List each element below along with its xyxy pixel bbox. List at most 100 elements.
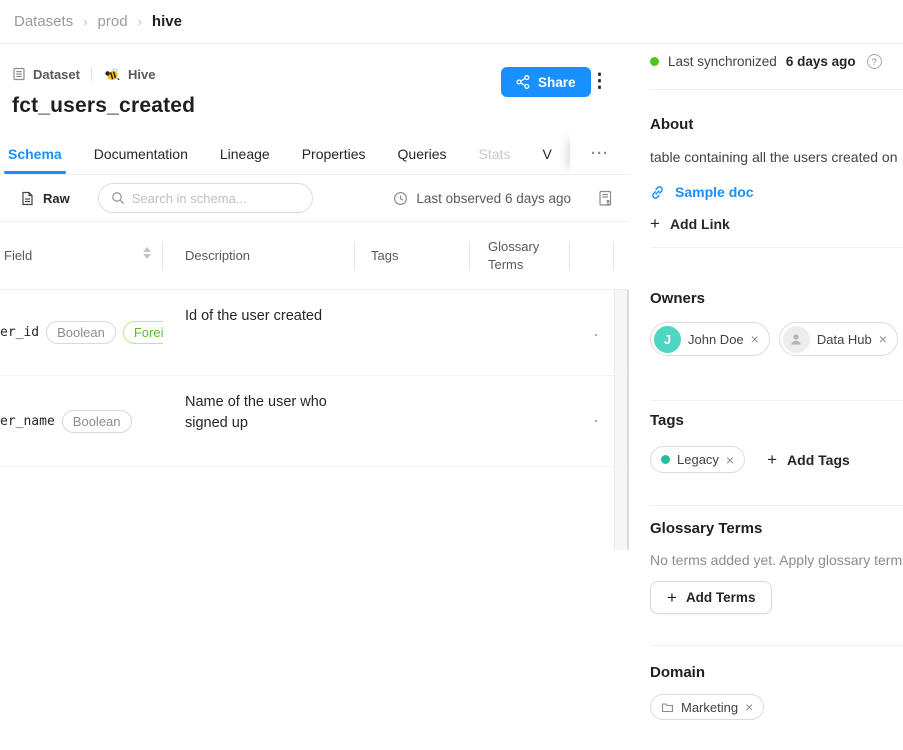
schema-blame-icon[interactable] bbox=[597, 190, 614, 207]
owner-name: Data Hub bbox=[817, 332, 872, 347]
plus-icon: + bbox=[767, 453, 777, 467]
subtype-divider bbox=[91, 67, 92, 81]
column-header-field: Field bbox=[0, 222, 163, 289]
table-scrollbar[interactable] bbox=[614, 290, 629, 550]
share-button[interactable]: Share bbox=[501, 67, 591, 97]
row-overflow-dot bbox=[595, 420, 597, 422]
column-header-description: Description bbox=[163, 222, 355, 289]
domain-pill-marketing[interactable]: Marketing × bbox=[650, 694, 764, 720]
domain-list: Marketing × bbox=[650, 694, 764, 720]
breadcrumb-item-datasets[interactable]: Datasets bbox=[14, 13, 73, 30]
extra-cell bbox=[570, 290, 614, 375]
platform-label: Hive bbox=[128, 67, 155, 82]
add-tags-button[interactable]: + Add Tags bbox=[767, 452, 850, 468]
description-cell: Id of the user created bbox=[163, 290, 355, 375]
about-description: table containing all the users created o… bbox=[650, 149, 898, 165]
remove-owner-icon[interactable]: × bbox=[751, 332, 759, 346]
section-divider bbox=[650, 645, 903, 646]
last-observed-label: Last observed 6 days ago bbox=[416, 191, 571, 206]
glossary-section-title: Glossary Terms bbox=[650, 520, 762, 537]
tag-pill-legacy[interactable]: Legacy × bbox=[650, 446, 745, 473]
share-label: Share bbox=[538, 75, 576, 90]
remove-owner-icon[interactable]: × bbox=[879, 332, 887, 346]
last-observed-status: Last observed 6 days ago bbox=[393, 191, 571, 206]
folder-icon bbox=[661, 701, 674, 713]
description-cell: Name of the user who signed up bbox=[163, 376, 355, 466]
breadcrumb-item-prod[interactable]: prod bbox=[98, 13, 128, 30]
search-input[interactable] bbox=[132, 191, 300, 206]
tags-list: Legacy × + Add Tags bbox=[650, 446, 850, 473]
toolbar-right-group: Last observed 6 days ago bbox=[393, 190, 614, 207]
tabs-overflow-button[interactable]: ··· bbox=[570, 133, 630, 174]
sync-value: 6 days ago bbox=[786, 54, 856, 69]
tab-validation-clipped[interactable]: V bbox=[542, 133, 551, 174]
tab-properties[interactable]: Properties bbox=[302, 133, 366, 174]
clock-icon bbox=[393, 191, 408, 206]
section-divider bbox=[650, 89, 903, 90]
field-name: er_name bbox=[0, 414, 55, 429]
breadcrumb-separator: › bbox=[83, 14, 87, 29]
column-header-glossary-terms: Glossary Terms bbox=[470, 222, 570, 289]
breadcrumb: Datasets › prod › hive bbox=[0, 0, 903, 44]
sample-doc-link[interactable]: Sample doc bbox=[650, 184, 754, 200]
foreign-key-badge: Foreign Key bbox=[123, 321, 163, 344]
owners-list: J John Doe × Data Hub × + Add Owners bbox=[650, 322, 903, 356]
owners-section-title: Owners bbox=[650, 290, 705, 307]
tab-documentation[interactable]: Documentation bbox=[94, 133, 188, 174]
add-link-button[interactable]: + Add Link bbox=[650, 216, 730, 232]
type-badge: Boolean bbox=[62, 410, 132, 433]
sort-icon[interactable] bbox=[143, 247, 151, 259]
sync-status-dot bbox=[650, 57, 659, 66]
hive-platform-icon bbox=[103, 66, 121, 82]
tab-queries[interactable]: Queries bbox=[398, 133, 447, 174]
raw-toggle-button[interactable]: Raw bbox=[20, 191, 70, 206]
link-icon bbox=[650, 185, 665, 200]
glossary-cell bbox=[470, 290, 570, 375]
raw-label: Raw bbox=[43, 191, 70, 206]
tab-bar: Schema Documentation Lineage Properties … bbox=[0, 133, 630, 175]
row-overflow-dot bbox=[595, 334, 597, 336]
owner-pill-john-doe[interactable]: J John Doe × bbox=[650, 322, 770, 356]
column-header-tags: Tags bbox=[355, 222, 470, 289]
search-icon bbox=[111, 191, 125, 205]
sync-label: Last synchronized bbox=[668, 54, 777, 69]
section-divider bbox=[650, 505, 903, 506]
tab-stats: Stats bbox=[479, 133, 511, 174]
breadcrumb-item-hive[interactable]: hive bbox=[152, 13, 182, 30]
entity-sidebar: Last synchronized 6 days ago ? About tab… bbox=[650, 44, 903, 750]
tab-lineage[interactable]: Lineage bbox=[220, 133, 270, 174]
tag-color-dot bbox=[661, 455, 670, 464]
plus-icon: + bbox=[667, 591, 677, 605]
plus-icon: + bbox=[650, 217, 660, 231]
help-icon[interactable]: ? bbox=[867, 54, 882, 69]
avatar bbox=[783, 326, 810, 353]
tags-cell bbox=[355, 376, 470, 466]
schema-search[interactable] bbox=[98, 183, 313, 213]
schema-table-header: Field Description Tags Glossary Terms bbox=[0, 222, 630, 290]
extra-cell bbox=[570, 376, 614, 466]
sync-status: Last synchronized 6 days ago ? bbox=[650, 54, 882, 69]
add-terms-button[interactable]: + Add Terms bbox=[650, 581, 772, 614]
page-title: fct_users_created bbox=[12, 94, 195, 118]
entity-subtype-row: Dataset Hive bbox=[12, 66, 155, 82]
entity-type-label: Dataset bbox=[33, 67, 80, 82]
breadcrumb-separator: › bbox=[138, 14, 142, 29]
remove-domain-icon[interactable]: × bbox=[745, 700, 753, 714]
glossary-empty-text: No terms added yet. Apply glossary terms… bbox=[650, 552, 903, 568]
tags-section-title: Tags bbox=[650, 412, 684, 429]
field-cell: er_name Boolean bbox=[0, 376, 163, 466]
domain-section-title: Domain bbox=[650, 664, 705, 681]
kebab-menu-icon[interactable]: ⋮ bbox=[590, 68, 609, 96]
schema-toolbar: Raw Last observed 6 days ago bbox=[0, 175, 630, 222]
about-section-title: About bbox=[650, 116, 693, 133]
tags-cell bbox=[355, 290, 470, 375]
main-panel: Dataset Hive Share ⋮ fct_users_created S… bbox=[0, 44, 630, 750]
table-row[interactable]: er_name Boolean Name of the user who sig… bbox=[0, 376, 630, 467]
tab-schema[interactable]: Schema bbox=[8, 133, 62, 174]
dataset-type-icon bbox=[12, 67, 26, 81]
share-icon bbox=[516, 75, 530, 89]
owner-pill-data-hub[interactable]: Data Hub × bbox=[779, 322, 898, 356]
table-row[interactable]: er_id Boolean Foreign Key Id of the user… bbox=[0, 290, 630, 376]
glossary-cell bbox=[470, 376, 570, 466]
remove-tag-icon[interactable]: × bbox=[726, 453, 734, 467]
